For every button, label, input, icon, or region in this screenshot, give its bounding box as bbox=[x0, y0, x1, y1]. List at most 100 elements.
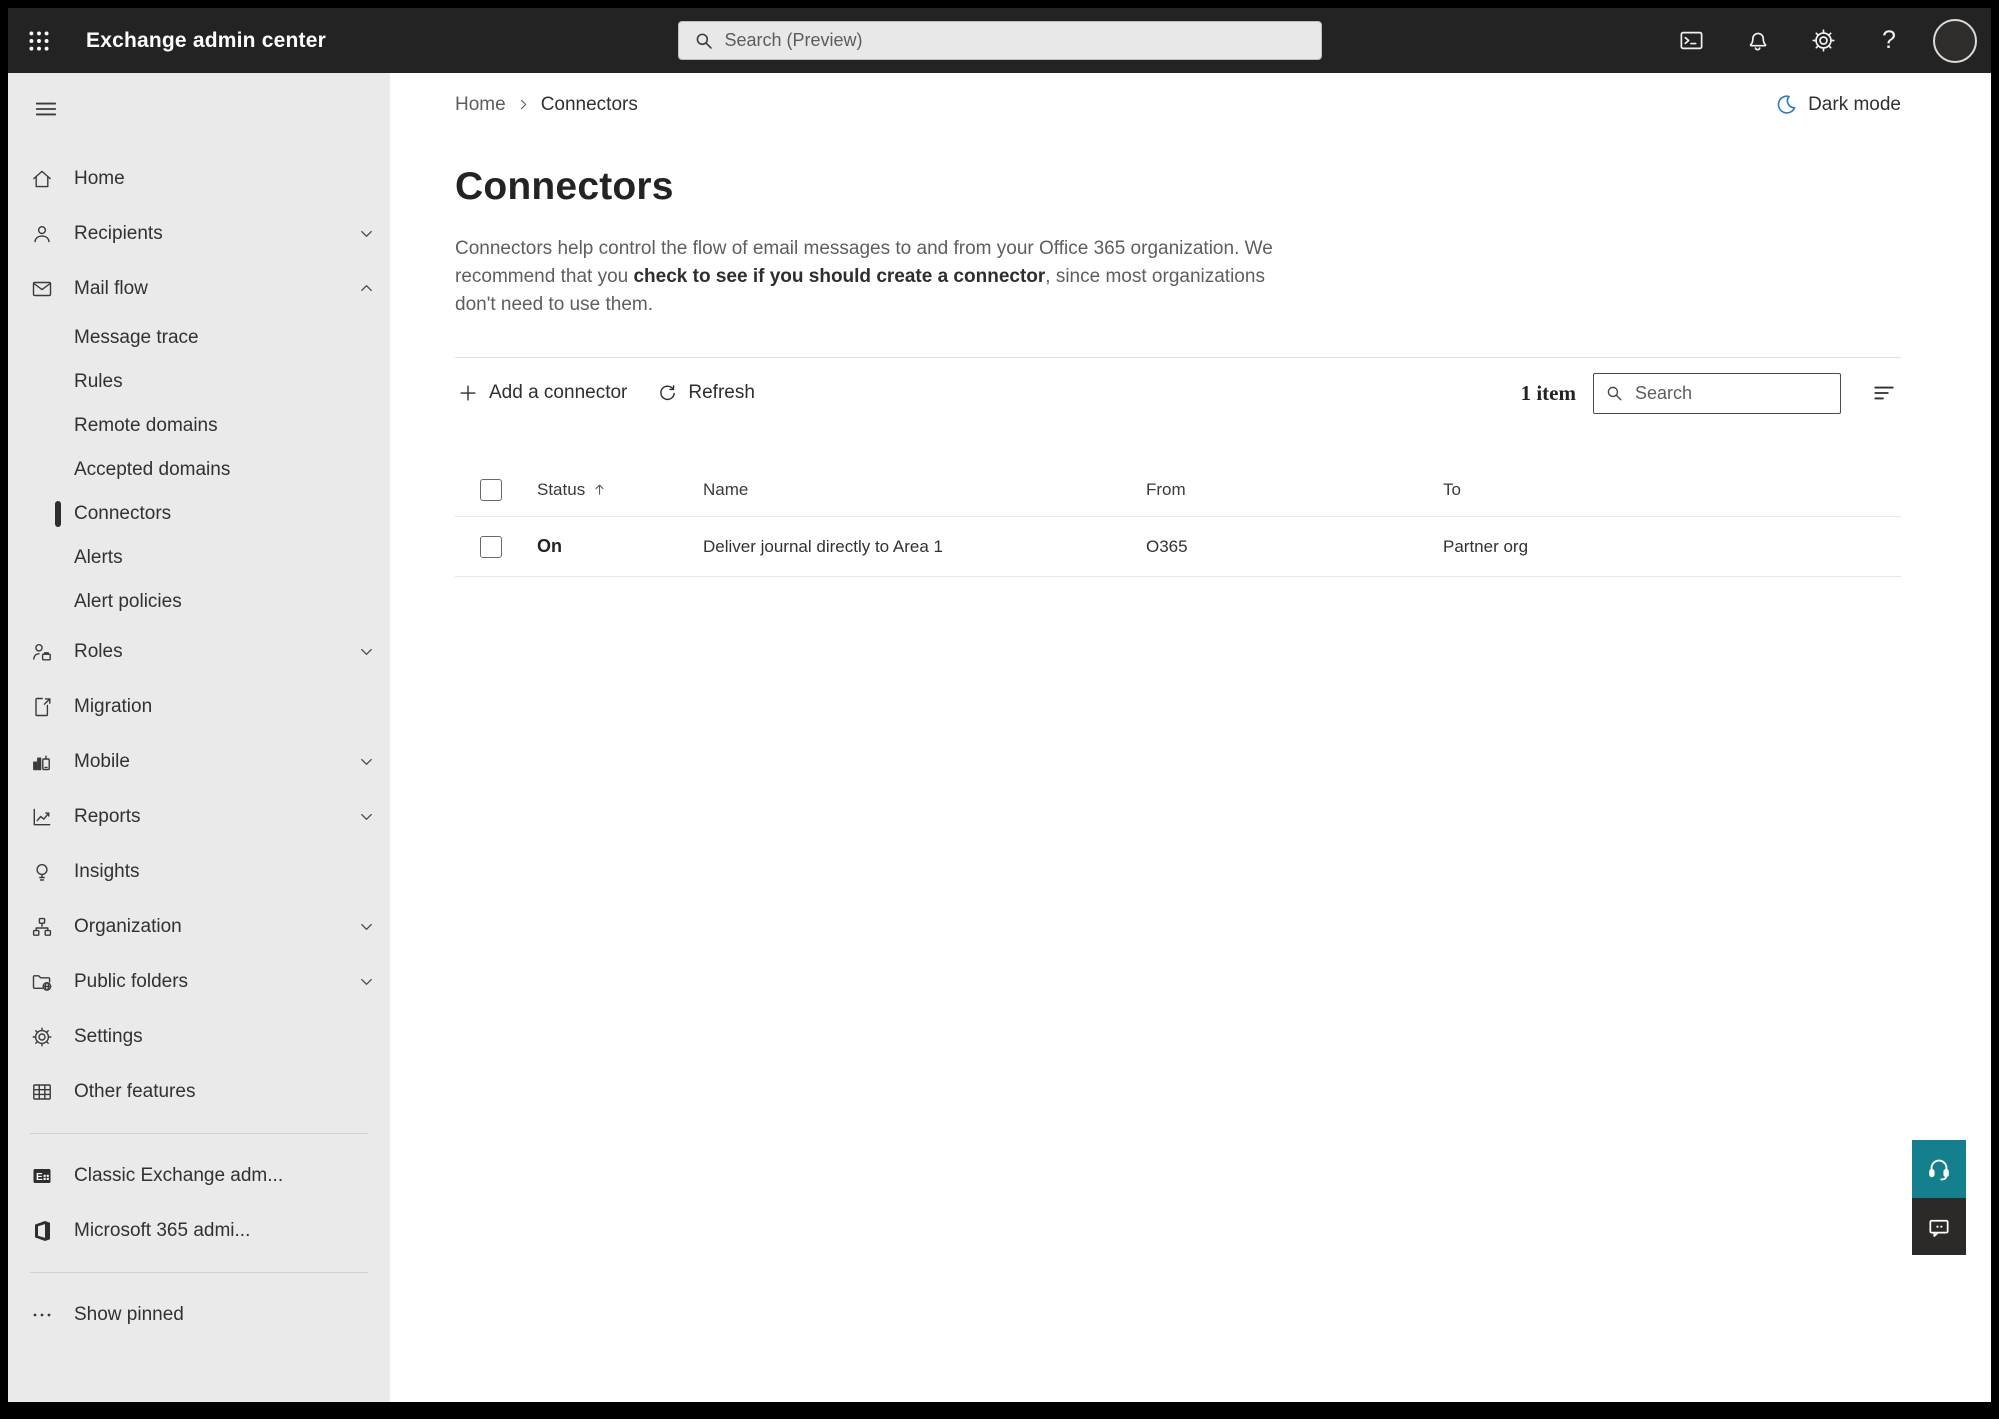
chevron-down-icon bbox=[356, 224, 376, 244]
list-search-input[interactable] bbox=[1635, 382, 1830, 404]
sidebar-item-microsoft-365-admin[interactable]: Microsoft 365 admi... bbox=[8, 1203, 390, 1258]
sort-ascending-arrow-icon bbox=[592, 482, 607, 497]
list-search-box[interactable] bbox=[1593, 372, 1841, 414]
headset-icon bbox=[1925, 1155, 1953, 1183]
refresh-icon bbox=[657, 383, 678, 404]
sidebar-item-label: Home bbox=[74, 167, 125, 189]
table-header-row: Status Name From To bbox=[455, 463, 1901, 517]
column-header-name[interactable]: Name bbox=[703, 480, 1146, 500]
breadcrumb-home-link[interactable]: Home bbox=[455, 94, 506, 116]
gear-icon bbox=[30, 1025, 54, 1049]
notifications-bell-icon[interactable] bbox=[1735, 19, 1779, 63]
chevron-down-icon bbox=[356, 752, 376, 772]
app-title: Exchange admin center bbox=[86, 28, 326, 52]
mobile-icon bbox=[30, 750, 54, 774]
sidebar-item-reports[interactable]: Reports bbox=[8, 789, 390, 844]
dark-mode-toggle[interactable]: Dark mode bbox=[1775, 93, 1901, 116]
sidebar-divider bbox=[30, 1272, 368, 1273]
sidebar-item-insights[interactable]: Insights bbox=[8, 844, 390, 899]
sidebar-item-show-pinned[interactable]: Show pinned bbox=[8, 1287, 390, 1342]
plus-icon bbox=[457, 382, 479, 404]
sidebar-item-rules[interactable]: Rules bbox=[8, 360, 390, 404]
organization-icon bbox=[30, 915, 54, 939]
app-launcher-waffle-icon[interactable] bbox=[16, 18, 62, 64]
connector-name[interactable]: Deliver journal directly to Area 1 bbox=[703, 537, 1146, 557]
chevron-down-icon bbox=[356, 642, 376, 662]
connectors-table: Status Name From To On Deliver journal d… bbox=[455, 463, 1901, 577]
item-count: 1 item bbox=[1520, 380, 1576, 405]
connector-from: O365 bbox=[1146, 536, 1188, 556]
public-folders-icon bbox=[30, 970, 54, 994]
sidebar-item-mobile[interactable]: Mobile bbox=[8, 734, 390, 789]
connector-to: Partner org bbox=[1443, 536, 1529, 556]
sidebar-item-migration[interactable]: Migration bbox=[8, 679, 390, 734]
svg-text:E: E bbox=[36, 1172, 43, 1183]
sidebar-item-roles[interactable]: Roles bbox=[8, 624, 390, 679]
help-icon[interactable]: ? bbox=[1867, 19, 1911, 63]
floating-buttons bbox=[1912, 1140, 1966, 1255]
microsoft-365-icon bbox=[30, 1219, 54, 1243]
person-icon bbox=[30, 222, 54, 246]
feedback-bubble-icon bbox=[1926, 1214, 1952, 1240]
column-header-status[interactable]: Status bbox=[537, 480, 703, 500]
chevron-down-icon bbox=[356, 972, 376, 992]
sidebar-item-public-folders[interactable]: Public folders bbox=[8, 954, 390, 1009]
add-connector-button[interactable]: Add a connector bbox=[455, 376, 629, 410]
roles-icon bbox=[30, 640, 54, 664]
settings-gear-icon[interactable] bbox=[1801, 19, 1845, 63]
breadcrumb-current: Connectors bbox=[540, 93, 638, 115]
content-divider bbox=[455, 357, 1901, 358]
mail-icon bbox=[30, 277, 54, 301]
column-header-to[interactable]: To bbox=[1443, 480, 1901, 500]
refresh-button[interactable]: Refresh bbox=[655, 376, 757, 410]
sidebar-item-message-trace[interactable]: Message trace bbox=[8, 316, 390, 360]
sidebar-item-settings[interactable]: Settings bbox=[8, 1009, 390, 1064]
search-icon bbox=[693, 30, 715, 52]
other-features-grid-icon bbox=[30, 1080, 54, 1104]
sidebar-item-connectors[interactable]: Connectors bbox=[8, 492, 390, 536]
support-button[interactable] bbox=[1912, 1140, 1966, 1198]
reports-icon bbox=[30, 805, 54, 829]
list-toolbar: Add a connector Refresh 1 item bbox=[455, 371, 1901, 415]
select-all-checkbox[interactable] bbox=[480, 478, 502, 501]
sidebar-item-alert-policies[interactable]: Alert policies bbox=[8, 580, 390, 624]
sidebar-item-organization[interactable]: Organization bbox=[8, 899, 390, 954]
ellipsis-icon bbox=[30, 1303, 54, 1327]
page-title: Connectors bbox=[455, 165, 674, 208]
moon-icon bbox=[1775, 93, 1798, 116]
dark-mode-label: Dark mode bbox=[1808, 93, 1901, 115]
global-search-input[interactable] bbox=[724, 30, 1307, 51]
left-navigation: Home Recipients Mail flow Message trace … bbox=[8, 73, 390, 1402]
create-connector-check-link[interactable]: check to see if you should create a conn… bbox=[633, 266, 1045, 287]
connector-status: On bbox=[537, 536, 562, 556]
top-app-bar: Exchange admin center Search (Preview) ? bbox=[8, 8, 1991, 73]
sidebar-item-other-features[interactable]: Other features bbox=[8, 1064, 390, 1119]
sidebar-item-label: Mail flow bbox=[74, 277, 148, 299]
global-search-box[interactable] bbox=[677, 21, 1322, 60]
sidebar-item-classic-exchange-admin[interactable]: E Classic Exchange adm... bbox=[8, 1148, 390, 1203]
sidebar-item-remote-domains[interactable]: Remote domains bbox=[8, 404, 390, 448]
migration-icon bbox=[30, 695, 54, 719]
sidebar-item-label: Recipients bbox=[74, 222, 163, 244]
exchange-admin-center-window: Exchange admin center Search (Preview) ?… bbox=[8, 8, 1991, 1402]
exchange-classic-icon: E bbox=[30, 1164, 54, 1188]
account-avatar[interactable] bbox=[1933, 18, 1977, 63]
page-description: Connectors help control the flow of emai… bbox=[455, 238, 1273, 315]
feedback-button[interactable] bbox=[1912, 1198, 1966, 1255]
row-checkbox[interactable] bbox=[480, 535, 502, 558]
home-icon bbox=[30, 167, 54, 191]
sidebar-item-home[interactable]: Home bbox=[8, 151, 390, 206]
breadcrumb: Home Connectors bbox=[455, 94, 638, 116]
sidebar-item-recipients[interactable]: Recipients bbox=[8, 206, 390, 261]
sidebar-item-accepted-domains[interactable]: Accepted domains bbox=[8, 448, 390, 492]
column-header-from[interactable]: From bbox=[1146, 480, 1443, 500]
sidebar-item-alerts[interactable]: Alerts bbox=[8, 536, 390, 580]
sidebar-item-mail-flow[interactable]: Mail flow bbox=[8, 261, 390, 316]
table-row[interactable]: On Deliver journal directly to Area 1 O3… bbox=[455, 517, 1901, 577]
hamburger-menu-icon[interactable] bbox=[24, 89, 68, 129]
insights-lightbulb-icon bbox=[30, 860, 54, 884]
chevron-up-icon bbox=[356, 279, 376, 299]
chevron-down-icon bbox=[356, 917, 376, 937]
filter-sort-icon[interactable] bbox=[1867, 376, 1901, 410]
powershell-terminal-icon[interactable] bbox=[1669, 19, 1713, 63]
